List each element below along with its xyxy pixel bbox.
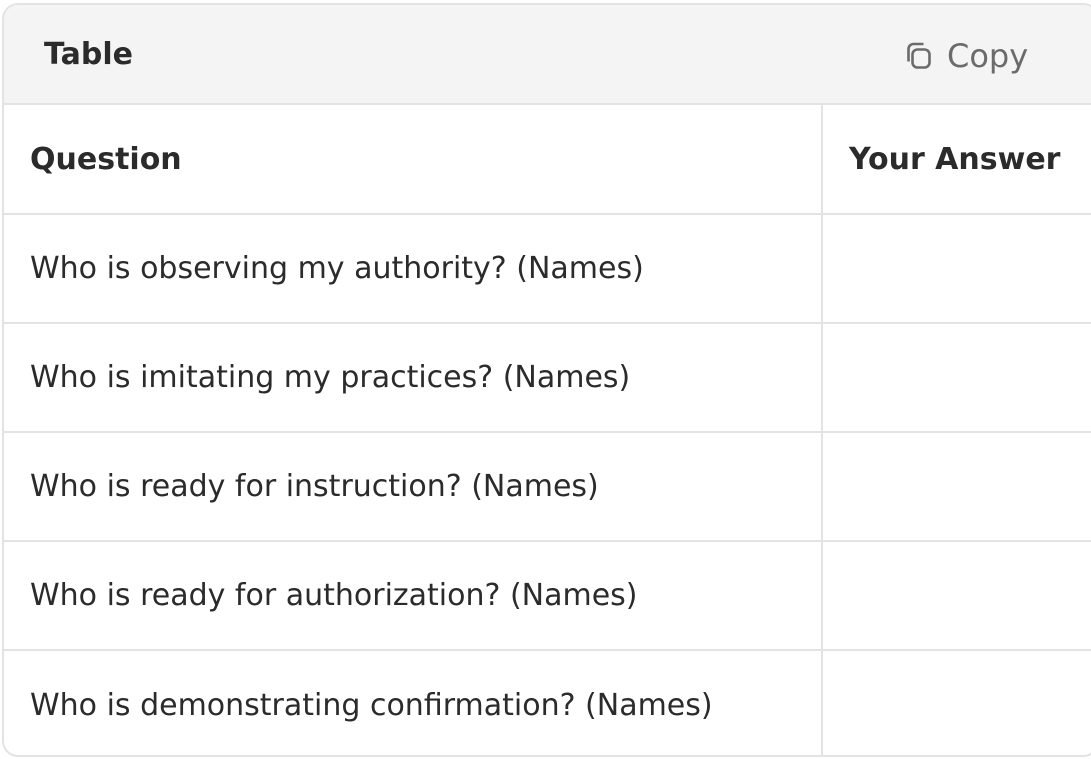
- answer-cell[interactable]: [821, 541, 1091, 651]
- question-cell: Who is imitating my practices? (Names): [4, 323, 822, 433]
- data-table: Question Your Answer Who is observing my…: [4, 105, 1091, 755]
- copy-label: Copy: [947, 37, 1029, 75]
- table-row: Who is observing my authority? (Names): [4, 214, 1091, 324]
- table-card: Table Copy Question Your Answer Who is o…: [2, 3, 1091, 757]
- table-header-row: Question Your Answer: [4, 105, 1091, 215]
- answer-cell[interactable]: [821, 214, 1091, 324]
- card-title: Table: [44, 36, 133, 72]
- table-row: Who is imitating my practices? (Names): [4, 323, 1091, 433]
- question-cell: Who is ready for instruction? (Names): [4, 432, 822, 542]
- answer-cell[interactable]: [821, 650, 1091, 755]
- question-cell: Who is observing my authority? (Names): [4, 214, 822, 324]
- answer-cell[interactable]: [821, 323, 1091, 433]
- answer-cell[interactable]: [821, 432, 1091, 542]
- column-header-question: Question: [4, 105, 822, 215]
- table-row: Who is ready for authorization? (Names): [4, 541, 1091, 651]
- table-row: Who is demonstrating confirmation? (Name…: [4, 650, 1091, 755]
- table-row: Who is ready for instruction? (Names): [4, 432, 1091, 542]
- question-cell: Who is demonstrating confirmation? (Name…: [30, 687, 713, 723]
- copy-button[interactable]: Copy: [903, 37, 1028, 75]
- question-cell: Who is ready for authorization? (Names): [4, 541, 822, 651]
- column-header-answer: Your Answer: [821, 105, 1091, 215]
- copy-icon: [903, 40, 935, 72]
